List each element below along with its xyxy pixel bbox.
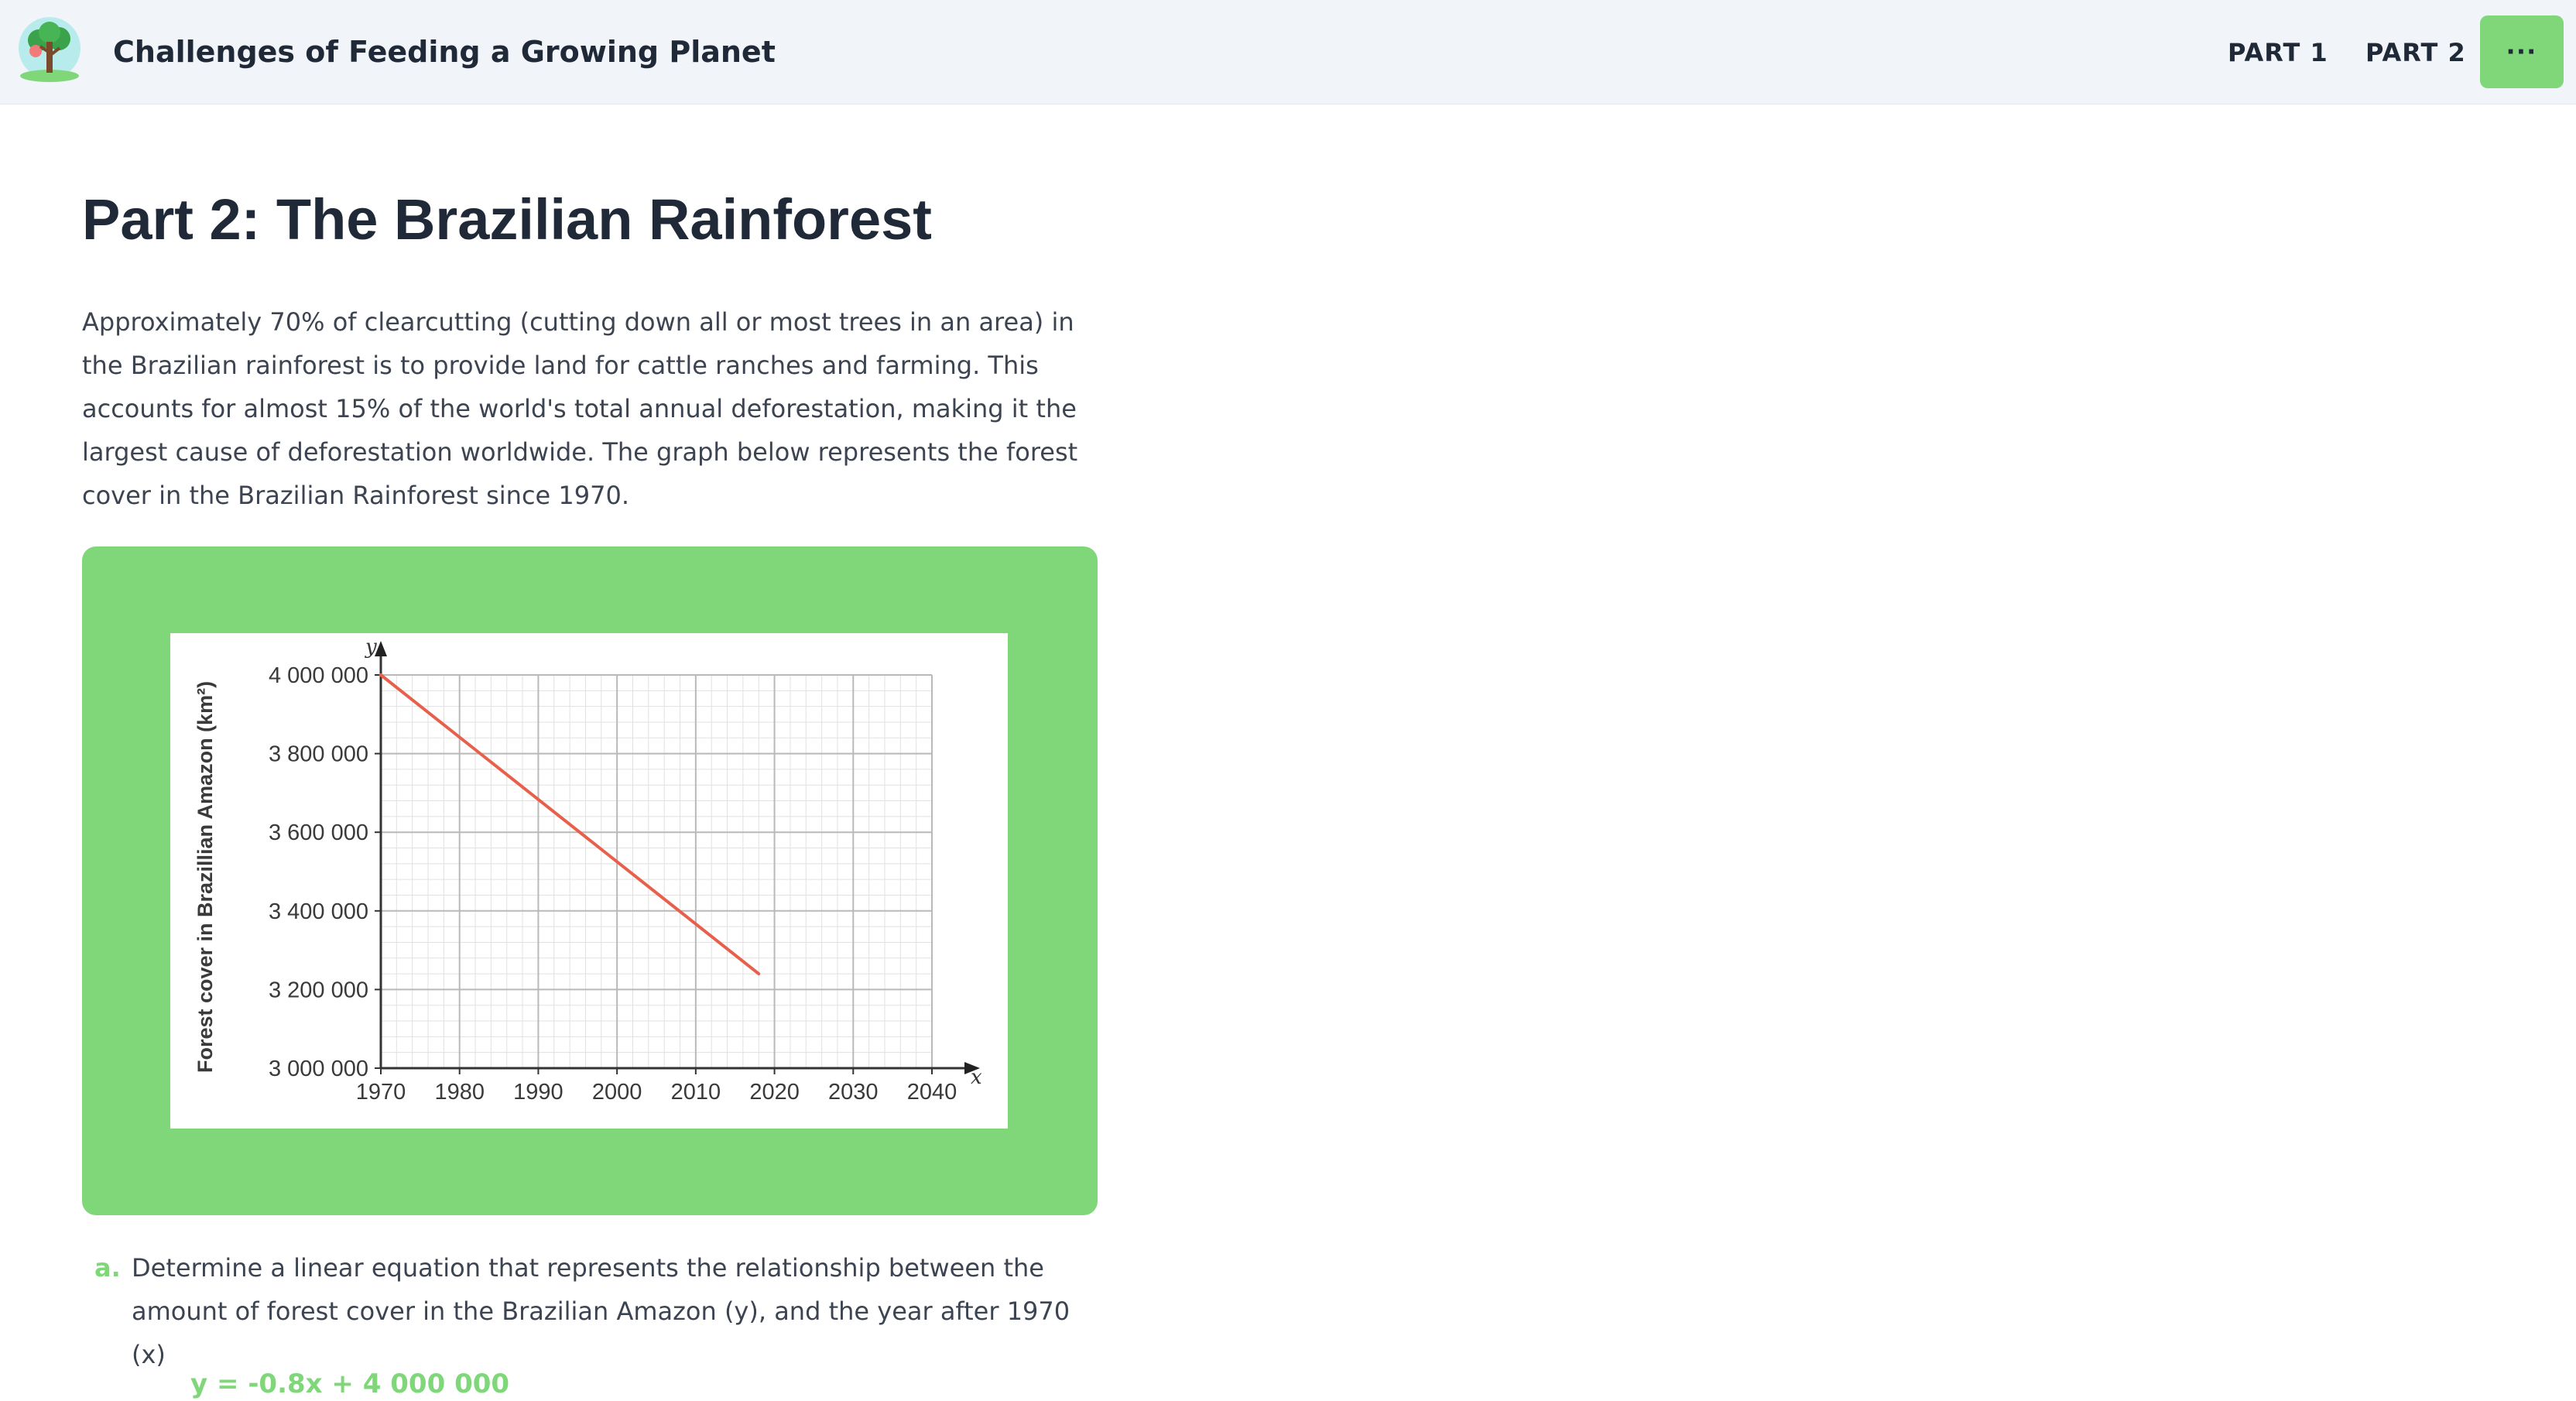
x-tick-label: 2000 (592, 1080, 642, 1105)
chart-svg: x y 1970 1980 1990 2000 2010 2020 2030 2040 3 0… (194, 635, 982, 1105)
forest-cover-chart: x y 1970 1980 1990 2000 2010 2020 2030 2040 3 0… (170, 633, 1008, 1129)
x-tick-label: 1990 (513, 1080, 564, 1105)
y-tick-labels: 3 000 000 3 200 000 3 400 000 3 600 000 3 80… (269, 663, 381, 1081)
x-tick-label: 2010 (671, 1080, 721, 1105)
x-tick-label: 2020 (749, 1080, 800, 1105)
question-text: Determine a linear equation that represe… (132, 1253, 1070, 1369)
page-title: Part 2: The Brazilian Rainforest (82, 187, 932, 252)
x-axis-letter: x (971, 1066, 982, 1089)
top-bar: Challenges of Feeding a Growing Planet P… (0, 0, 2576, 104)
figure-card: x y 1970 1980 1990 2000 2010 2020 2030 2040 3 0… (82, 546, 1098, 1215)
x-tick-label: 1970 (356, 1080, 406, 1105)
minor-grid (381, 675, 932, 1068)
y-tick-label: 3 800 000 (269, 742, 368, 767)
x-tick-label: 2030 (828, 1080, 879, 1105)
y-tick-label: 3 200 000 (269, 978, 368, 1002)
nav-part-2[interactable]: PART 2 (2365, 37, 2466, 68)
y-tick-label: 4 000 000 (269, 663, 368, 688)
answer-text: y = -0.8x + 4 000 000 (190, 1368, 510, 1399)
tree-logo-icon[interactable] (17, 17, 82, 82)
question-letter: a. (94, 1253, 121, 1283)
more-menu-button[interactable]: ··· (2480, 15, 2564, 88)
y-tick-label: 3 600 000 (269, 820, 368, 845)
nav-part-1[interactable]: PART 1 (2228, 37, 2328, 68)
y-axis-letter: y (365, 635, 377, 659)
x-tick-labels: 1970 1980 1990 2000 2010 2020 2030 2040 (356, 1068, 957, 1105)
x-tick-label: 1980 (434, 1080, 485, 1105)
major-grid (380, 674, 933, 1069)
app-title: Challenges of Feeding a Growing Planet (113, 35, 776, 69)
x-tick-label: 2040 (907, 1080, 957, 1105)
y-tick-label: 3 400 000 (269, 899, 368, 924)
y-tick-label: 3 000 000 (269, 1057, 368, 1081)
y-axis-label: Forest cover in Brazillian Amazon (km²) (194, 681, 217, 1073)
intro-paragraph: Approximately 70% of clearcutting (cutti… (82, 307, 1078, 510)
